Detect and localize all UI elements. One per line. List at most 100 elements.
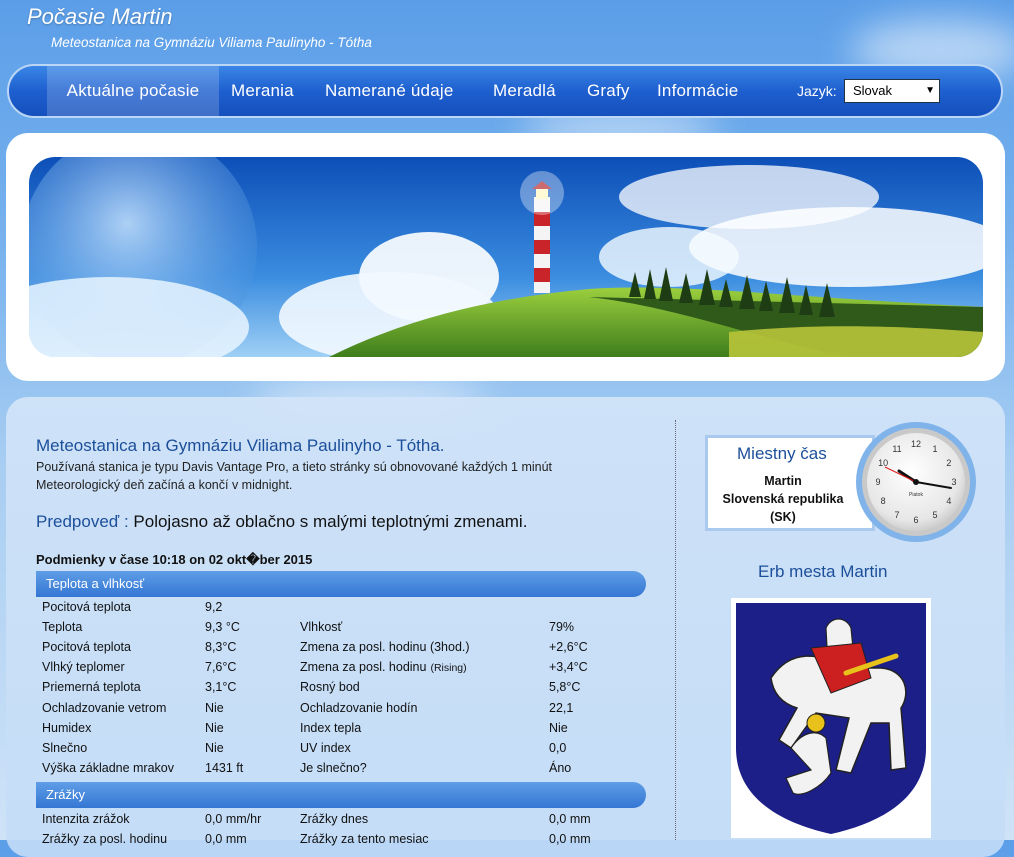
table-row: Slnečno Nie UV index 0,0 — [36, 741, 646, 761]
row-label: Zrážky za posl. hodinu — [42, 832, 168, 847]
row-value: Nie — [205, 740, 224, 755]
chevron-down-icon: ▼ — [925, 85, 935, 96]
row-label-text: Je slnečno? — [300, 760, 367, 775]
local-time-title: Miestny čas — [737, 444, 827, 463]
table-row: Pocitová teplota 8,3°C Zmena za posl. hodi… — [36, 640, 646, 660]
table-row: Vlhký teplomer 7,6°C Zmena za posl. hodinu… — [36, 660, 646, 680]
row-value: Nie — [549, 720, 568, 735]
clock-numeral: 7 — [894, 510, 899, 520]
clock-numeral: 11 — [892, 444, 901, 454]
clock-city: Martin — [764, 474, 802, 488]
row-value: 0,0 mm — [549, 812, 591, 826]
section-header-rain: Zrážky — [36, 782, 646, 808]
row-value: 9,3 °C — [205, 620, 240, 635]
row-label: Teplota — [42, 620, 83, 635]
language-select[interactable]: Slovak ▼ — [844, 79, 940, 103]
banner-image — [29, 157, 983, 357]
row-value: +2,6°C — [549, 640, 588, 655]
row-label: UV index — [300, 741, 351, 755]
row-value: 8,3°C — [205, 640, 237, 655]
clock-day-label: Piatok — [909, 492, 923, 498]
row-label: Zrážky za tento mesiac — [300, 832, 429, 846]
nav-item-graphs[interactable]: Grafy — [587, 66, 630, 116]
conditions-header: Podmienky v čase 10:18 on 02 okt�ber 201… — [36, 552, 313, 567]
site-title: Počasie Martin — [27, 4, 173, 29]
table-row: Intenzita zrážok 0,0 mm/hr Zrážky dnes 0,0 … — [36, 812, 646, 832]
row-label-text: Rosný bod — [300, 680, 360, 695]
station-description: Používaná stanica je typu Davis Vantage … — [36, 458, 656, 494]
row-label-text: Ochladzovanie hodín — [300, 700, 418, 715]
row-value: Nie — [205, 720, 224, 735]
nav-item-current-weather[interactable]: Aktuálne počasie — [47, 66, 219, 116]
nav-item-measurements[interactable]: Merania — [231, 66, 294, 116]
forecast: Predpoveď : Polojasno až oblačno s malým… — [36, 512, 527, 532]
station-desc-line: Meteorologický deň začíná a končí v midn… — [36, 478, 293, 492]
row-value: 9,2 — [205, 600, 223, 614]
nav-item-measured-data[interactable]: Namerané údaje — [325, 66, 454, 116]
row-label-text: Zmena za posl. hodinu — [300, 660, 427, 675]
rider-icon — [825, 618, 854, 649]
column-divider — [675, 420, 676, 840]
table-row: Pocitová teplota 9,2 — [36, 600, 646, 620]
row-label: Zmena za posl. hodinu (Rising) — [300, 660, 467, 674]
row-label-text: Zrážky za tento mesiac — [300, 832, 429, 847]
local-time-location: Martin Slovenská republika (SK) — [712, 472, 854, 526]
row-label: Vlhkosť — [300, 620, 342, 634]
main-nav: Aktuálne počasie Merania Namerané údaje … — [7, 64, 1003, 118]
clock-numeral: 1 — [932, 444, 937, 454]
row-value: 0,0 — [549, 740, 567, 755]
row-label: Zrážky dnes — [300, 812, 368, 826]
row-value: Áno — [549, 760, 572, 775]
row-label: Slnečno — [42, 740, 88, 755]
row-label-text: Index tepla — [300, 720, 362, 735]
row-value: 1431 ft — [205, 760, 244, 775]
clock-numeral: 6 — [913, 515, 918, 525]
clock-numeral: 2 — [946, 458, 951, 468]
row-label-text: Zrážky dnes — [300, 812, 369, 826]
row-value: 5,8°C — [549, 680, 581, 695]
clock-numeral: 3 — [951, 477, 956, 487]
row-value: 79% — [549, 620, 575, 635]
row-label: Vlhký teplomer — [42, 660, 125, 675]
row-label: Pocitová teplota — [42, 600, 131, 614]
row-value: 0,0 mm — [205, 832, 247, 847]
section-header-temperature: Teplota a vlhkosť — [36, 571, 646, 597]
language-label: Jazyk: — [797, 83, 837, 99]
analog-clock: 1 2 3 4 5 6 7 8 9 10 11 12 Piatok — [855, 421, 977, 543]
site-subtitle: Meteostanica na Gymnáziu Viliama Pauliny… — [51, 35, 372, 50]
nav-item-info[interactable]: Informácie — [657, 66, 738, 116]
language-value: Slovak — [853, 83, 893, 98]
table-row: Výška základne mrakov 1431 ft Je slnečno? Á… — [36, 761, 646, 781]
clock-numeral: 4 — [946, 496, 951, 506]
row-label: Intenzita zrážok — [42, 812, 130, 826]
row-label: Priemerná teplota — [42, 680, 141, 695]
row-label: Výška základne mrakov — [42, 760, 175, 775]
beggar-head-icon — [806, 713, 826, 733]
table-row: Zrážky za posl. hodinu 0,0 mm Zrážky za te… — [36, 832, 646, 852]
coat-of-arms-title: Erb mesta Martin — [758, 562, 888, 581]
row-label: Humidex — [42, 720, 92, 735]
clock-numeral: 10 — [878, 458, 888, 468]
row-value: 22,1 — [549, 700, 574, 715]
row-label-text: Zmena za posl. hodinu (3hod.) — [300, 640, 470, 655]
clock-country-code: (SK) — [770, 510, 796, 524]
table-row: Priemerná teplota 3,1°C Rosný bod 5,8°C — [36, 680, 646, 700]
row-label-text: UV index — [300, 740, 351, 755]
coat-of-arms-image — [731, 598, 931, 838]
nav-item-gauges[interactable]: Meradlá — [493, 66, 556, 116]
station-title: Meteostanica na Gymnáziu Viliama Pauliny… — [36, 436, 445, 455]
clock-country: Slovenská republika — [722, 492, 844, 506]
row-value: Nie — [205, 700, 224, 715]
lighthouse-landscape-illustration — [29, 157, 983, 357]
row-label: Index tepla — [300, 721, 361, 735]
table-row: Teplota 9,3 °C Vlhkosť 79% — [36, 620, 646, 640]
row-label: Rosný bod — [300, 680, 360, 694]
clock-numeral: 12 — [911, 439, 921, 449]
row-value: 0,0 mm — [549, 832, 591, 847]
row-value: +3,4°C — [549, 660, 588, 675]
table-row: Humidex Nie Index tepla Nie — [36, 721, 646, 741]
row-label: Pocitová teplota — [42, 640, 131, 655]
table-row: Ochladzovanie vetrom Nie Ochladzovanie hod… — [36, 701, 646, 721]
forecast-value: Polojasno až oblačno s malými teplotnými… — [133, 512, 528, 531]
row-label: Zmena za posl. hodinu (3hod.) — [300, 640, 470, 654]
